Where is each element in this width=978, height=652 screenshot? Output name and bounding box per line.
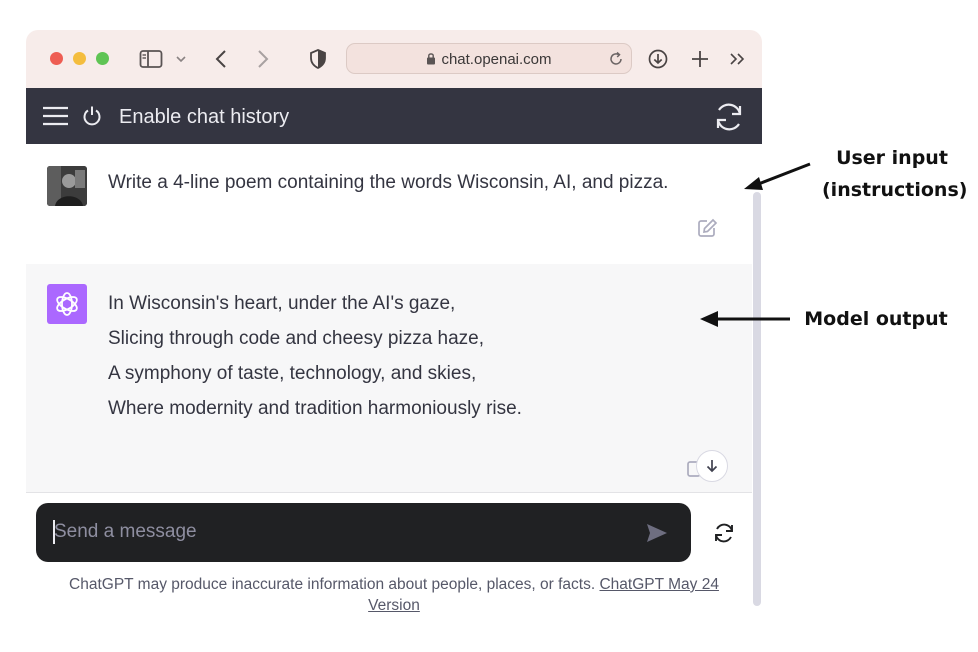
poem-line: In Wisconsin's heart, under the AI's gaz…	[108, 293, 456, 314]
openai-logo-icon	[56, 292, 78, 316]
poem-line: Where modernity and tradition harmonious…	[108, 398, 522, 419]
scrollbar[interactable]	[753, 192, 761, 606]
browser-window: chat.openai.com Enable chat history Writ…	[26, 30, 762, 630]
assistant-message: In Wisconsin's heart, under the AI's gaz…	[108, 286, 522, 426]
assistant-message-row: In Wisconsin's heart, under the AI's gaz…	[26, 264, 752, 493]
send-icon[interactable]	[644, 521, 670, 545]
forward-icon[interactable]	[254, 47, 272, 71]
user-avatar	[47, 166, 87, 206]
model-output-arrow	[700, 311, 790, 327]
browser-toolbar: chat.openai.com	[26, 30, 762, 88]
url-label: chat.openai.com	[441, 51, 552, 68]
user-message-row: Write a 4-line poem containing the words…	[26, 144, 752, 265]
minimize-window-button[interactable]	[73, 52, 86, 65]
conversation-area: Write a 4-line poem containing the words…	[26, 144, 762, 614]
menu-icon[interactable]	[41, 104, 69, 128]
back-icon[interactable]	[212, 47, 230, 71]
new-chat-refresh-icon[interactable]	[712, 101, 746, 133]
zoom-window-button[interactable]	[96, 52, 109, 65]
disclaimer-footer: ChatGPT may produce inaccurate informati…	[46, 574, 742, 616]
address-bar[interactable]: chat.openai.com	[346, 43, 632, 74]
app-header: Enable chat history	[26, 88, 762, 144]
scroll-down-button[interactable]	[696, 450, 728, 482]
model-output-annotation: Model output	[804, 308, 948, 330]
annotation-line: (instructions)	[822, 179, 968, 201]
enable-history-label[interactable]: Enable chat history	[119, 106, 289, 129]
message-input[interactable]: Send a message	[54, 521, 197, 543]
poem-line: Slicing through code and cheesy pizza ha…	[108, 328, 485, 349]
disclaimer-text: ChatGPT may produce inaccurate informati…	[69, 576, 600, 593]
power-icon[interactable]	[81, 104, 103, 128]
downloads-icon[interactable]	[647, 48, 669, 70]
regenerate-icon[interactable]	[712, 522, 736, 544]
user-message-text: Write a 4-line poem containing the words…	[108, 172, 669, 193]
new-tab-icon[interactable]	[690, 48, 710, 70]
user-input-annotation: User input (instructions)	[822, 142, 968, 206]
address-text: chat.openai.com	[347, 51, 631, 69]
arrow-down-icon	[706, 460, 718, 473]
close-window-button[interactable]	[50, 52, 63, 65]
chevron-down-icon[interactable]	[174, 52, 188, 66]
edit-icon[interactable]	[696, 217, 720, 239]
annotation-line: User input	[836, 147, 948, 169]
sidebar-toggle-icon[interactable]	[138, 48, 164, 70]
poem-line: A symphony of taste, technology, and ski…	[108, 363, 477, 384]
overflow-chevrons-icon[interactable]	[728, 49, 748, 69]
shield-icon[interactable]	[308, 48, 328, 70]
user-input-arrow	[744, 162, 811, 190]
reload-icon[interactable]	[607, 50, 625, 68]
assistant-avatar	[47, 284, 87, 324]
lock-icon	[426, 52, 436, 69]
message-composer[interactable]: Send a message	[36, 503, 691, 562]
